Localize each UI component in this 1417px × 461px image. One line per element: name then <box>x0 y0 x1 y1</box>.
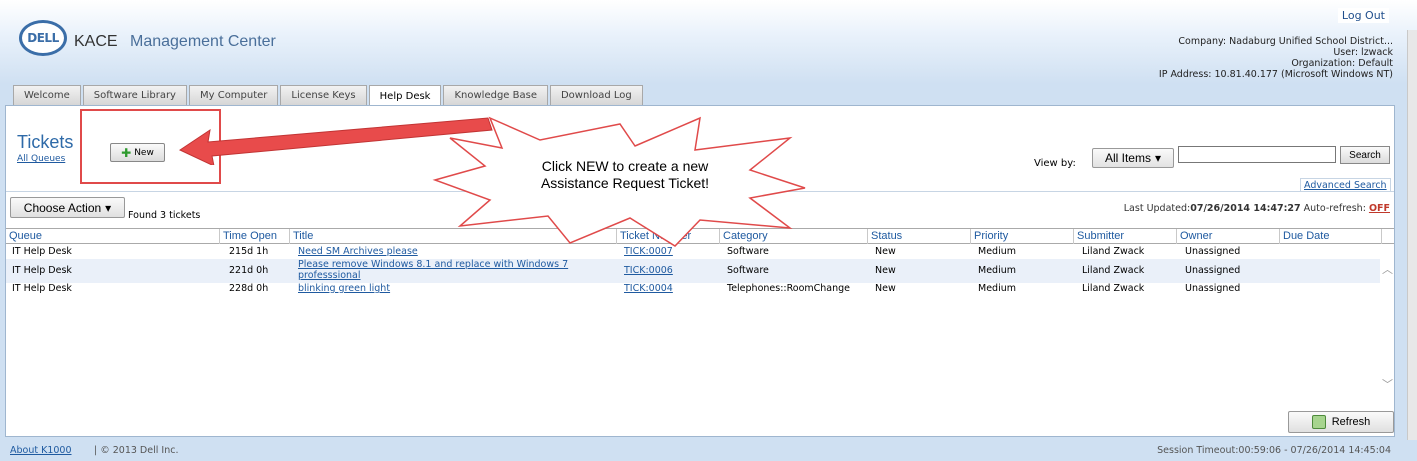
callout-line-1: Click NEW to create a new <box>541 158 709 174</box>
company-text: Company: Nadaburg Unified School Distric… <box>1178 36 1393 47</box>
tab-my-computer[interactable]: My Computer <box>188 85 279 105</box>
new-ticket-button[interactable]: ✚ New <box>110 143 165 162</box>
column-header-queue[interactable]: Queue <box>6 229 220 244</box>
auto-refresh-label: Auto-refresh: <box>1303 203 1366 214</box>
cell-submitter: Liland Zwack <box>1082 283 1145 294</box>
ticket-number-link[interactable]: TICK:0006 <box>621 265 673 277</box>
dell-logo: DELL <box>19 20 67 56</box>
callout-line-2: Assistance Request Ticket! <box>540 175 710 191</box>
refresh-button[interactable]: Refresh <box>1288 411 1394 433</box>
logout-link[interactable]: Log Out <box>1337 8 1389 23</box>
ticket-number-link[interactable]: TICK:0004 <box>621 283 673 295</box>
tab-download-log[interactable]: Download Log <box>549 85 643 105</box>
cell-priority: Medium <box>978 265 1016 276</box>
plus-icon: ✚ <box>121 145 132 160</box>
chevron-down-icon: ▾ <box>105 200 112 215</box>
ticket-title-link[interactable]: Need SM Archives please <box>295 246 418 258</box>
cell-queue: IT Help Desk <box>12 246 72 257</box>
auto-refresh-toggle[interactable]: OFF <box>1369 203 1390 214</box>
column-header-time-open[interactable]: Time Open <box>220 229 290 244</box>
cell-status: New <box>875 246 896 257</box>
main-tabs: Welcome Software Library My Computer Lic… <box>13 85 643 106</box>
cell-time-open: 221d 0h <box>229 265 269 276</box>
view-by-value: All Items <box>1104 151 1151 165</box>
cell-queue: IT Help Desk <box>12 265 72 276</box>
last-updated-label: Last Updated: <box>1123 203 1191 214</box>
cell-priority: Medium <box>978 283 1016 294</box>
tab-welcome[interactable]: Welcome <box>13 85 81 105</box>
tab-help-desk[interactable]: Help Desk <box>368 85 442 106</box>
column-header-priority[interactable]: Priority <box>971 229 1074 244</box>
cell-time-open: 228d 0h <box>229 283 269 294</box>
choose-action-dropdown[interactable]: Choose Action ▾ <box>10 197 125 218</box>
user-text: User: lzwack <box>1333 47 1393 58</box>
cell-time-open: 215d 1h <box>229 246 269 257</box>
search-button[interactable]: Search <box>1340 146 1390 164</box>
cell-category: Software <box>727 265 769 276</box>
product-name: Management Center <box>130 33 276 50</box>
cell-owner: Unassigned <box>1185 246 1241 257</box>
new-button-label: New <box>134 147 154 158</box>
annotation-arrow <box>178 117 493 165</box>
cell-priority: Medium <box>978 246 1016 257</box>
table-row[interactable]: IT Help Desk 228d 0h blinking green ligh… <box>6 283 1380 296</box>
page-title: Tickets <box>17 132 74 152</box>
column-header-status[interactable]: Status <box>868 229 971 244</box>
cell-submitter: Liland Zwack <box>1082 246 1145 257</box>
column-header-submitter[interactable]: Submitter <box>1074 229 1177 244</box>
cell-status: New <box>875 265 896 276</box>
choose-action-label: Choose Action <box>23 200 102 215</box>
tab-license-keys[interactable]: License Keys <box>280 85 367 105</box>
footer: About K1000 | © 2013 Dell Inc. Session T… <box>0 440 1417 461</box>
search-input[interactable] <box>1178 146 1336 163</box>
column-header-owner[interactable]: Owner <box>1177 229 1280 244</box>
scroll-up-icon[interactable]: ︿ <box>1382 261 1393 277</box>
ticket-title-link[interactable]: blinking green light <box>295 283 390 295</box>
callout-text: Click NEW to create a new Assistance Req… <box>495 158 755 192</box>
organization-text: Organization: Default <box>1291 58 1393 69</box>
found-count: Found 3 tickets <box>128 210 201 221</box>
scroll-down-icon[interactable]: ﹀ <box>1382 376 1393 392</box>
last-updated-value: 07/26/2014 14:47:27 <box>1190 203 1301 214</box>
copyright-text: | © 2013 Dell Inc. <box>94 445 179 456</box>
cell-queue: IT Help Desk <box>12 283 72 294</box>
cell-owner: Unassigned <box>1185 283 1241 294</box>
refresh-icon <box>1311 415 1326 429</box>
cell-owner: Unassigned <box>1185 265 1241 276</box>
user-info: Company: Nadaburg Unified School Distric… <box>1159 36 1393 80</box>
column-header-due-date[interactable]: Due Date <box>1280 229 1382 244</box>
page-scrollbar[interactable] <box>1407 30 1417 440</box>
tab-software-library[interactable]: Software Library <box>82 85 187 105</box>
cell-status: New <box>875 283 896 294</box>
tab-knowledge-base[interactable]: Knowledge Base <box>443 85 548 105</box>
session-timeout: Session Timeout:00:59:06 - 07/26/2014 14… <box>1157 445 1391 456</box>
table-row[interactable]: IT Help Desk 221d 0h Please remove Windo… <box>6 259 1380 283</box>
arrow-shape <box>178 117 493 165</box>
app-header: DELL KACE Management Center Log Out Comp… <box>0 0 1417 84</box>
about-link[interactable]: About K1000 <box>10 445 72 456</box>
ticket-title-link-continued[interactable]: professsional <box>295 270 361 282</box>
chevron-down-icon: ▾ <box>1154 151 1162 165</box>
refresh-label: Refresh <box>1331 416 1371 428</box>
view-by-label: View by: <box>1034 158 1076 169</box>
last-updated: Last Updated:07/26/2014 14:47:27 Auto-re… <box>1124 203 1390 214</box>
ip-address-text: IP Address: 10.81.40.177 (Microsoft Wind… <box>1158 69 1393 80</box>
advanced-search-link[interactable]: Advanced Search <box>1300 178 1391 192</box>
cell-category: Telephones::RoomChange <box>727 283 851 294</box>
brand-name: KACE <box>74 33 118 50</box>
cell-submitter: Liland Zwack <box>1082 265 1145 276</box>
view-by-select[interactable]: All Items ▾ <box>1092 148 1174 168</box>
all-queues-link[interactable]: All Queues <box>17 154 65 164</box>
